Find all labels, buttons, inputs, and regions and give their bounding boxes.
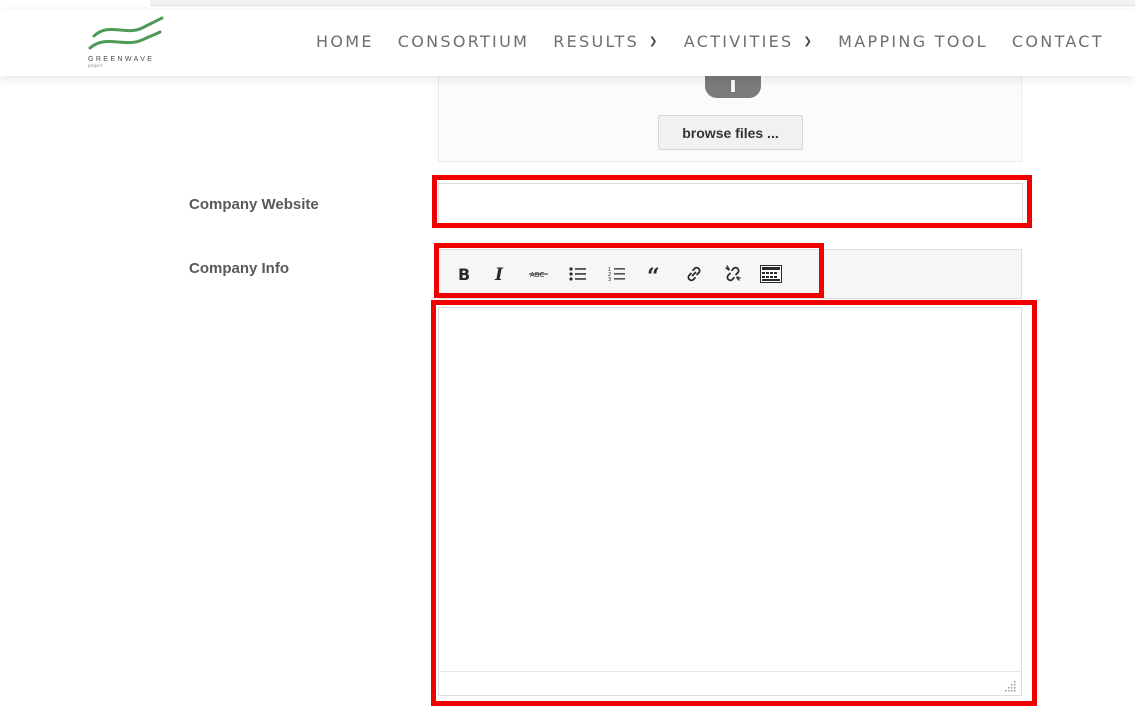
link-icon[interactable] [682, 261, 706, 287]
svg-text:B: B [458, 266, 470, 282]
italic-icon[interactable]: I [488, 261, 512, 287]
address-bar-edge [150, 0, 1135, 6]
upload-cloud-icon [705, 76, 761, 98]
strikethrough-icon[interactable]: ABC [527, 261, 551, 287]
site-header: GREENWAVE project HOME CONSORTIUM RESULT… [0, 10, 1135, 76]
nav-item-consortium[interactable]: CONSORTIUM [398, 32, 529, 51]
logo-tagline: project [88, 64, 102, 69]
nav-item-label: ACTIVITIES [683, 32, 794, 51]
logo-brand-text: GREENWAVE [88, 56, 155, 63]
logo-upload-dropzone[interactable]: browse files ... [438, 70, 1022, 162]
bold-icon[interactable]: B [452, 261, 476, 287]
main-nav: HOME CONSORTIUM RESULTS ❯ ACTIVITIES ❯ MAP… [316, 32, 1128, 51]
unlink-icon[interactable] [721, 261, 745, 287]
toolbar-toggle-icon[interactable] [759, 261, 783, 287]
numbered-list-icon[interactable]: 123 [605, 261, 629, 287]
company-info-editor[interactable] [438, 307, 1022, 696]
greenwave-logo[interactable]: GREENWAVE project [86, 14, 166, 70]
svg-text:I: I [494, 266, 504, 282]
company-info-label: Company Info [189, 260, 289, 277]
nav-item-results[interactable]: RESULTS ❯ [553, 32, 660, 51]
nav-item-label: CONSORTIUM [397, 32, 530, 51]
chevron-down-icon: ❯ [649, 36, 660, 47]
resize-grip-icon[interactable] [1005, 680, 1017, 692]
company-website-label: Company Website [189, 196, 319, 213]
nav-item-activities[interactable]: ACTIVITIES ❯ [684, 32, 814, 51]
blockquote-icon[interactable]: “ [644, 261, 668, 287]
chevron-down-icon: ❯ [803, 36, 815, 47]
browse-files-button[interactable]: browse files ... [658, 115, 803, 150]
nav-item-label: MAPPING TOOL [838, 32, 988, 51]
browser-top-strip [0, 0, 1135, 10]
bulleted-list-icon[interactable] [566, 261, 590, 287]
nav-item-label: CONTACT [1011, 32, 1104, 51]
nav-item-home[interactable]: HOME [316, 32, 374, 51]
company-website-input[interactable] [438, 183, 1023, 225]
editor-statusbar [439, 671, 1021, 695]
nav-item-label: HOME [316, 32, 374, 51]
nav-item-mapping-tool[interactable]: MAPPING TOOL [838, 32, 988, 51]
nav-item-contact[interactable]: CONTACT [1012, 32, 1104, 51]
wave-logo-icon [88, 16, 164, 50]
nav-item-label: RESULTS [553, 32, 640, 51]
svg-text:“: “ [647, 267, 660, 281]
editor-toolbar: B I ABC 123 “ [438, 249, 1022, 299]
svg-text:3: 3 [608, 277, 611, 282]
svg-text:ABC: ABC [530, 271, 544, 279]
